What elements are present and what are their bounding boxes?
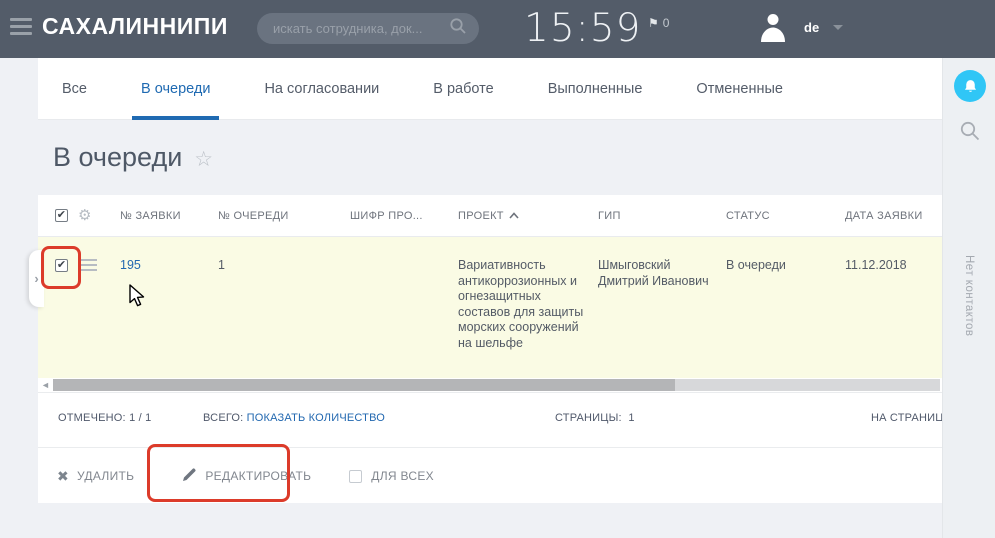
cell-cipher — [340, 237, 450, 378]
tab-cancelled[interactable]: Отмененные — [696, 58, 783, 120]
grid-settings-gear-icon[interactable]: ⚙ — [78, 207, 92, 224]
column-header-project[interactable]: ПРОЕКТ — [450, 210, 590, 222]
tab-completed[interactable]: Выполненные — [548, 58, 643, 120]
pencil-icon — [182, 467, 197, 485]
total-counter: ВСЕГО: ПОКАЗАТЬ КОЛИЧЕСТВО — [203, 412, 385, 424]
tab-all[interactable]: Все — [62, 58, 87, 120]
chevron-right-icon: › — [34, 271, 38, 286]
hamburger-menu-icon[interactable] — [10, 18, 32, 38]
app-logo: САХАЛИННИПИ — [42, 13, 228, 40]
top-bar: САХАЛИННИПИ 15:59 ⚑ 0 de — [0, 0, 995, 58]
column-header-cipher[interactable]: ШИФР ПРО... — [340, 210, 450, 222]
rail-search-icon[interactable] — [959, 120, 981, 147]
clock[interactable]: 15:59 — [524, 6, 620, 51]
column-header-request-no[interactable]: № ЗАЯВКИ — [110, 210, 210, 222]
delete-x-icon: ✖ — [57, 469, 69, 483]
sort-asc-icon — [509, 210, 519, 222]
request-no-link[interactable]: 195 — [120, 258, 141, 272]
flag-count: 0 — [663, 17, 670, 29]
flag-icon: ⚑ — [648, 17, 659, 29]
row-checkbox[interactable]: ✔ — [55, 259, 68, 272]
row-actions-menu-icon[interactable] — [78, 259, 97, 272]
table-row[interactable]: ✔ 195 1 Вариативность антикоррозионных и… — [38, 237, 942, 378]
tab-in-queue[interactable]: В очереди — [141, 58, 210, 120]
scroll-left-arrow-icon[interactable]: ◄ — [41, 380, 50, 390]
right-rail: Нет контактов — [942, 58, 995, 538]
no-contacts-label: Нет контактов — [963, 255, 975, 337]
delete-button[interactable]: ✖ УДАЛИТЬ — [57, 469, 134, 483]
column-header-queue-no[interactable]: № ОЧЕРЕДИ — [210, 210, 340, 222]
tab-in-progress[interactable]: В работе — [433, 58, 493, 120]
column-header-gip[interactable]: ГИП — [590, 210, 718, 222]
show-count-link[interactable]: ПОКАЗАТЬ КОЛИЧЕСТВО — [247, 412, 385, 424]
for-all-option[interactable]: ДЛЯ ВСЕХ — [349, 469, 434, 483]
notifications-bell-button[interactable] — [954, 70, 986, 102]
user-avatar-icon[interactable] — [757, 10, 789, 42]
column-header-status[interactable]: СТАТУС — [718, 210, 838, 222]
scrollbar-track[interactable] — [53, 379, 940, 391]
bell-icon — [962, 78, 979, 95]
page-header: В очереди ☆ — [38, 120, 942, 195]
favorite-star-icon[interactable]: ☆ — [194, 147, 213, 172]
horizontal-scroll-area: ◄ — [38, 378, 942, 392]
table-header-row: ✔ ⚙ № ЗАЯВКИ № ОЧЕРЕДИ ШИФР ПРО... ПРОЕК… — [38, 195, 942, 237]
global-search[interactable] — [257, 13, 479, 44]
search-input[interactable] — [273, 21, 449, 36]
side-panel-handle[interactable]: › — [29, 250, 44, 307]
edit-button[interactable]: РЕДАКТИРОВАТЬ — [182, 467, 311, 485]
page-title: В очереди — [53, 142, 182, 173]
requests-panel: ✔ ⚙ № ЗАЯВКИ № ОЧЕРЕДИ ШИФР ПРО... ПРОЕК… — [38, 195, 942, 503]
checked-counter: ОТМЕЧЕНО: 1 / 1 — [58, 412, 151, 424]
cell-date: 11.12.2018 — [838, 237, 942, 378]
application-window: САХАЛИННИПИ 15:59 ⚑ 0 de Все В очереди Н… — [0, 0, 995, 538]
scrollbar-thumb[interactable] — [53, 379, 675, 391]
status-tabs: Все В очереди На согласовании В работе В… — [38, 58, 942, 120]
notifications-flag[interactable]: ⚑ 0 — [648, 17, 669, 29]
group-actions-bar: ✖ УДАЛИТЬ РЕДАКТИРОВАТЬ ДЛЯ ВСЕХ — [38, 447, 942, 504]
user-name[interactable]: de — [804, 20, 819, 35]
select-all-checkbox[interactable]: ✔ — [55, 209, 68, 222]
tab-on-approval[interactable]: На согласовании — [264, 58, 379, 120]
table-footer: ОТМЕЧЕНО: 1 / 1 ВСЕГО: ПОКАЗАТЬ КОЛИЧЕСТ… — [38, 392, 942, 447]
per-page-label[interactable]: НА СТРАНИЦ — [871, 412, 942, 424]
user-menu-caret-icon[interactable] — [833, 25, 843, 30]
cell-project: Вариативность антикоррозионных и огнезащ… — [450, 237, 590, 378]
search-icon[interactable] — [449, 17, 467, 40]
pages-counter: СТРАНИЦЫ: 1 — [555, 412, 635, 424]
cell-queue-no: 1 — [210, 237, 340, 378]
column-header-date[interactable]: ДАТА ЗАЯВКИ — [838, 210, 942, 222]
for-all-checkbox[interactable] — [349, 470, 362, 483]
cell-status: В очереди — [718, 237, 838, 378]
cell-gip: Шмыговский Дмитрий Иванович — [590, 237, 718, 378]
